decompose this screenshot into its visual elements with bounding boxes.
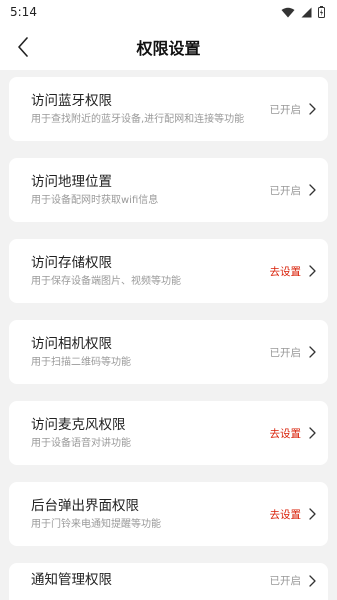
chevron-right-icon xyxy=(309,346,316,358)
permission-item-microphone[interactable]: 访问麦克风权限 用于设备语音对讲功能 去设置 xyxy=(9,401,328,465)
permission-title: 访问相机权限 xyxy=(31,336,112,352)
permission-title: 访问麦克风权限 xyxy=(31,417,126,433)
permission-status: 去设置 xyxy=(269,427,302,440)
chevron-right-icon xyxy=(309,508,316,520)
permission-status: 已开启 xyxy=(269,575,302,587)
chevron-right-icon xyxy=(309,427,316,439)
permission-list: 访问蓝牙权限 用于查找附近的蓝牙设备,进行配网和连接等功能 已开启 访问地理位置… xyxy=(0,70,337,600)
battery-icon xyxy=(318,6,325,18)
chevron-left-icon xyxy=(18,37,28,57)
permission-desc: 用于保存设备端图片、视频等功能 xyxy=(31,276,181,287)
permission-desc: 用于门铃来电通知提醒等功能 xyxy=(31,519,161,530)
permission-title: 访问地理位置 xyxy=(31,174,112,190)
status-time: 5:14 xyxy=(10,5,37,19)
chevron-right-icon xyxy=(309,265,316,277)
signal-icon xyxy=(301,7,312,17)
permission-desc: 用于设备配网时获取wifi信息 xyxy=(31,195,159,206)
permission-status: 已开启 xyxy=(269,103,302,116)
header: 权限设置 xyxy=(0,24,337,70)
permission-item-bluetooth[interactable]: 访问蓝牙权限 用于查找附近的蓝牙设备,进行配网和连接等功能 已开启 xyxy=(9,77,328,141)
permission-desc: 用于设备语音对讲功能 xyxy=(31,438,131,449)
permission-title: 访问蓝牙权限 xyxy=(31,93,112,109)
back-button[interactable] xyxy=(10,34,36,60)
permission-desc: 用于查找附近的蓝牙设备,进行配网和连接等功能 xyxy=(31,114,245,125)
page-title: 权限设置 xyxy=(136,39,201,58)
permission-status: 去设置 xyxy=(269,508,302,521)
status-icons xyxy=(281,6,325,18)
permission-item-location[interactable]: 访问地理位置 用于设备配网时获取wifi信息 已开启 xyxy=(9,158,328,222)
chevron-right-icon xyxy=(309,574,316,587)
permission-item-storage[interactable]: 访问存储权限 用于保存设备端图片、视频等功能 去设置 xyxy=(9,239,328,303)
permission-title: 通知管理权限 xyxy=(31,572,112,588)
permission-title: 后台弹出界面权限 xyxy=(31,498,139,514)
permission-title: 访问存储权限 xyxy=(31,255,112,271)
permission-item-notification[interactable]: 通知管理权限 已开启 xyxy=(9,563,328,600)
permission-item-camera[interactable]: 访问相机权限 用于扫描二维码等功能 已开启 xyxy=(9,320,328,384)
permission-item-background-popup[interactable]: 后台弹出界面权限 用于门铃来电通知提醒等功能 去设置 xyxy=(9,482,328,546)
chevron-right-icon xyxy=(309,103,316,115)
status-bar: 5:14 xyxy=(0,0,337,24)
permission-desc: 用于扫描二维码等功能 xyxy=(31,357,131,368)
permission-status: 已开启 xyxy=(269,346,302,359)
permission-status: 已开启 xyxy=(269,184,302,197)
wifi-icon xyxy=(281,7,295,17)
chevron-right-icon xyxy=(309,184,316,196)
permission-status: 去设置 xyxy=(269,265,302,278)
